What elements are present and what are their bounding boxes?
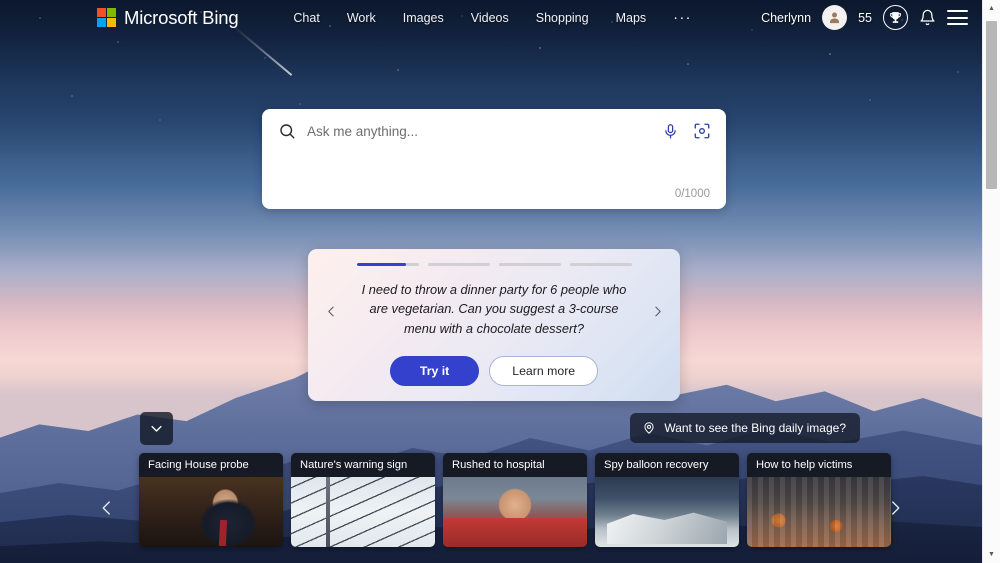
nav-overflow-icon[interactable]: ··· [673,10,692,25]
scroll-up-arrow-icon[interactable]: ▲ [988,0,995,17]
news-card[interactable]: Spy balloon recovery [595,453,739,547]
brand-name: Microsoft Bing [124,6,239,28]
daily-image-prompt-button[interactable]: Want to see the Bing daily image? [630,413,860,443]
suggestion-body: I need to throw a dinner party for 6 peo… [308,266,680,356]
news-card-title: Rushed to hospital [443,453,587,477]
news-prev-button[interactable] [92,488,122,528]
hamburger-menu-icon [947,10,968,25]
suggestion-card: I need to throw a dinner party for 6 peo… [308,249,680,401]
character-counter: 0/1000 [674,188,710,200]
primary-navigation: Chat Work Images Videos Shopping Maps ··… [293,10,692,25]
location-pin-icon [644,422,654,434]
microsoft-logo-icon [97,8,116,27]
news-card[interactable]: Facing House probe [139,453,283,547]
rewards-count: 55 [858,10,872,25]
bell-icon [920,9,935,26]
avatar[interactable] [822,5,848,30]
news-next-button[interactable] [880,488,910,528]
suggestion-prompt-text: I need to throw a dinner party for 6 peo… [361,281,627,336]
try-it-button[interactable]: Try it [389,356,480,386]
news-card-title: Spy balloon recovery [595,453,739,477]
news-card-title: How to help victims [747,453,891,477]
visual-search-icon[interactable] [693,122,711,140]
news-card[interactable]: Nature's warning sign [291,453,435,547]
scrollbar-track[interactable] [983,17,1000,546]
search-box-top-row [262,109,726,140]
trophy-icon [890,12,901,23]
news-card[interactable]: Rushed to hospital [443,453,587,547]
chevron-right-icon [654,306,661,316]
scrollbar-thumb[interactable] [986,21,997,189]
microphone-icon[interactable] [662,123,679,140]
search-icon[interactable] [278,122,296,140]
chevron-down-icon [151,425,162,432]
news-carousel: Facing House probe Nature's warning sign… [0,453,982,563]
expand-content-button[interactable] [140,412,173,445]
scroll-down-arrow-icon[interactable]: ▼ [988,546,995,563]
chevron-left-icon [327,306,334,316]
news-card-thumbnail [443,477,587,547]
nav-item-videos[interactable]: Videos [471,11,509,25]
nav-item-chat[interactable]: Chat [293,11,319,25]
news-card-title: Nature's warning sign [291,453,435,477]
rewards-button[interactable] [883,5,908,30]
news-card[interactable]: How to help victims [747,453,891,547]
page-scrollbar[interactable]: ▲ ▼ [982,0,1000,563]
avatar-icon [830,12,840,24]
nav-item-maps[interactable]: Maps [616,11,647,25]
news-card-thumbnail [595,477,739,547]
user-name[interactable]: Cherlynn [761,11,811,25]
learn-more-button[interactable]: Learn more [489,356,599,386]
suggestion-next-button[interactable] [646,296,668,326]
news-card-thumbnail [747,477,891,547]
suggestion-prev-button[interactable] [320,296,342,326]
nav-item-shopping[interactable]: Shopping [536,11,589,25]
chevron-left-icon [102,501,110,515]
notifications-button[interactable] [919,9,936,26]
search-action-icons [662,122,711,140]
news-card-list: Facing House probe Nature's warning sign… [139,453,891,547]
site-header: Microsoft Bing Chat Work Images Videos S… [0,0,982,35]
nav-item-images[interactable]: Images [403,11,444,25]
main-menu-button[interactable] [947,10,968,25]
news-card-thumbnail [291,477,435,547]
header-user-controls: Cherlynn 55 [761,5,968,30]
bing-homepage: Microsoft Bing Chat Work Images Videos S… [0,0,1000,563]
daily-image-prompt-label: Want to see the Bing daily image? [664,421,846,435]
search-box[interactable]: 0/1000 [262,109,726,209]
nav-item-work[interactable]: Work [347,11,376,25]
brand-logo[interactable]: Microsoft Bing [97,6,239,29]
news-card-thumbnail [139,477,283,547]
search-input[interactable] [307,123,651,139]
news-card-title: Facing House probe [139,453,283,477]
suggestion-actions: Try it Learn more [389,356,599,386]
chevron-right-icon [892,501,900,515]
